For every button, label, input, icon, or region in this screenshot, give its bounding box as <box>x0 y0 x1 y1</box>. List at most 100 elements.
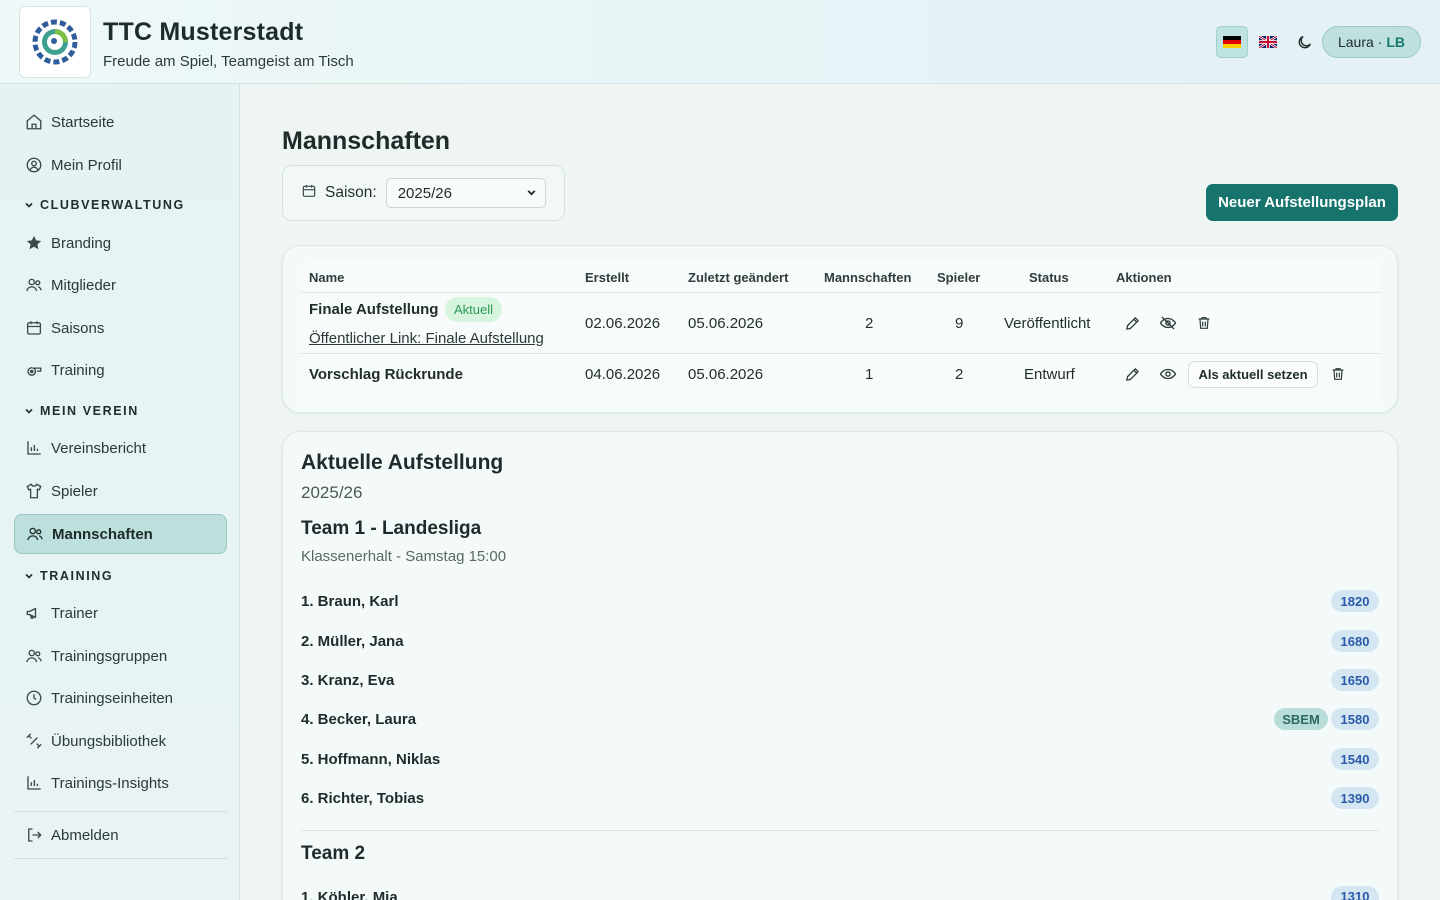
player-entry: 4. Becker, Laura <box>301 711 417 728</box>
trash-icon <box>1332 368 1344 380</box>
player-entry: 1. Köhler, Mia <box>301 889 398 900</box>
unpublish-button[interactable] <box>1158 313 1178 333</box>
column-header-status: Status <box>1029 270 1069 285</box>
sidebar-item-startseite[interactable]: Startseite <box>14 102 227 142</box>
home-icon <box>24 112 44 132</box>
sidebar-item-branding[interactable]: Branding <box>14 223 227 263</box>
sbem-badge: SBEM <box>1274 708 1328 730</box>
plan-name: Finale Aufstellung <box>309 301 439 318</box>
bar-chart-icon <box>24 773 44 793</box>
team-title: Team 2 <box>301 843 366 864</box>
new-lineup-plan-button[interactable]: Neuer Aufstellungsplan <box>1206 184 1398 221</box>
sidebar-item-saisons[interactable]: Saisons <box>14 308 227 348</box>
sidebar-item-label: Vereinsbericht <box>51 439 147 457</box>
sidebar-item-training[interactable]: Training <box>14 350 227 390</box>
app-header: TTC Musterstadt Freude am Spiel, Teamgei… <box>0 0 1440 84</box>
calendar-icon <box>24 318 44 338</box>
current-lineup-season: 2025/26 <box>301 483 363 502</box>
users-icon <box>24 646 44 666</box>
sidebar-item-abmelden[interactable]: Abmelden <box>14 815 227 855</box>
sidebar-item-trainings-insights[interactable]: Trainings-Insights <box>14 763 227 803</box>
section-title: TRAINING <box>40 569 114 583</box>
chevron-down-icon <box>24 200 34 210</box>
section-training[interactable]: TRAINING <box>24 569 113 583</box>
sidebar-divider <box>14 811 227 812</box>
sidebar-item-trainingsgruppen[interactable]: Trainingsgruppen <box>14 636 227 676</box>
sidebar-item-label: Branding <box>51 234 112 252</box>
chevron-down-icon <box>24 571 34 581</box>
logout-icon <box>24 825 44 845</box>
table-header-divider <box>301 292 1379 293</box>
plan-team-count: 1 <box>865 366 874 383</box>
season-select-value: 2025/26 <box>397 184 452 202</box>
theme-toggle-button[interactable] <box>1292 30 1316 54</box>
whistle-icon <box>24 360 44 380</box>
public-link[interactable]: Öffentlicher Link: Finale Aufstellung <box>309 330 544 347</box>
sidebar-item-trainer[interactable]: Trainer <box>14 593 227 633</box>
sidebar-item-mannschaften[interactable]: Mannschaften <box>14 514 227 554</box>
rating-badge: 1820 <box>1331 590 1379 612</box>
club-logo[interactable] <box>19 6 91 78</box>
rating-badge: 1540 <box>1331 748 1379 770</box>
column-header-spieler: Spieler <box>937 270 981 285</box>
sidebar-item-label: Mitglieder <box>51 276 117 294</box>
sidebar-item-label: Startseite <box>51 113 115 131</box>
column-header-geaendert: Zuletzt geändert <box>688 270 789 285</box>
sidebar-item-label: Saisons <box>51 319 105 337</box>
rating-badge: 1580 <box>1331 708 1379 730</box>
eye-icon <box>1159 368 1177 380</box>
delete-button[interactable] <box>1328 364 1348 384</box>
trash-icon <box>1198 317 1210 329</box>
flag-uk-icon <box>1259 36 1277 48</box>
sidebar-item-uebungsbibliothek[interactable]: Übungsbibliothek <box>14 721 227 761</box>
sidebar-item-label: Mein Profil <box>51 156 122 174</box>
rating-badge: 1680 <box>1331 630 1379 652</box>
language-en-button[interactable] <box>1252 26 1284 58</box>
table-row-divider <box>301 353 1379 354</box>
clock-icon <box>24 688 44 708</box>
shirt-icon <box>24 481 44 501</box>
sidebar-item-label: Spieler <box>51 482 98 500</box>
set-as-current-button[interactable]: Als aktuell setzen <box>1188 361 1318 388</box>
section-clubverwaltung[interactable]: CLUBVERWALTUNG <box>24 198 185 212</box>
player-entry: 3. Kranz, Eva <box>301 672 395 689</box>
sidebar-item-label: Training <box>51 361 105 379</box>
sidebar-item-vereinsbericht[interactable]: Vereinsbericht <box>14 428 227 468</box>
user-menu-button[interactable]: Laura · LB <box>1322 26 1421 58</box>
sidebar-item-label: Trainings-Insights <box>51 774 169 792</box>
chevron-down-icon <box>526 185 537 202</box>
plan-player-count: 9 <box>955 315 964 332</box>
chevron-down-icon <box>24 406 34 416</box>
sidebar-item-trainingseinheiten[interactable]: Trainingseinheiten <box>14 678 227 718</box>
player-entry: 6. Richter, Tobias <box>301 790 425 807</box>
language-de-button[interactable] <box>1216 26 1248 58</box>
season-select[interactable]: 2025/26 <box>385 178 546 208</box>
user-initials: LB <box>1386 34 1406 50</box>
publish-button[interactable] <box>1158 364 1178 384</box>
column-header-aktionen: Aktionen <box>1116 270 1172 285</box>
star-icon <box>24 233 44 253</box>
team-divider <box>301 830 1379 831</box>
delete-button[interactable] <box>1194 313 1214 333</box>
season-label: Saison: <box>325 184 377 201</box>
sidebar-item-mein-profil[interactable]: Mein Profil <box>14 145 227 185</box>
team-subtitle: Klassenerhalt - Samstag 15:00 <box>301 548 507 565</box>
edit-button[interactable] <box>1122 313 1142 333</box>
dumbbell-icon <box>24 731 44 751</box>
edit-button[interactable] <box>1122 364 1142 384</box>
plan-team-count: 2 <box>865 315 874 332</box>
plan-modified: 05.06.2026 <box>688 315 764 332</box>
plan-name: Vorschlag Rückrunde <box>309 366 463 383</box>
sidebar-item-spieler[interactable]: Spieler <box>14 471 227 511</box>
flag-de-icon <box>1223 36 1241 48</box>
section-mein-verein[interactable]: MEIN VEREIN <box>24 404 139 418</box>
sidebar-item-mitglieder[interactable]: Mitglieder <box>14 265 227 305</box>
eye-off-icon <box>1159 316 1177 330</box>
plan-modified: 05.06.2026 <box>688 366 764 383</box>
rating-badge: 1390 <box>1331 787 1379 809</box>
plan-created: 04.06.2026 <box>585 366 661 383</box>
bar-chart-icon <box>24 438 44 458</box>
user-name: Laura · <box>1337 34 1383 50</box>
users-icon <box>25 524 45 544</box>
season-filter: Saison: 2025/26 <box>282 165 565 221</box>
